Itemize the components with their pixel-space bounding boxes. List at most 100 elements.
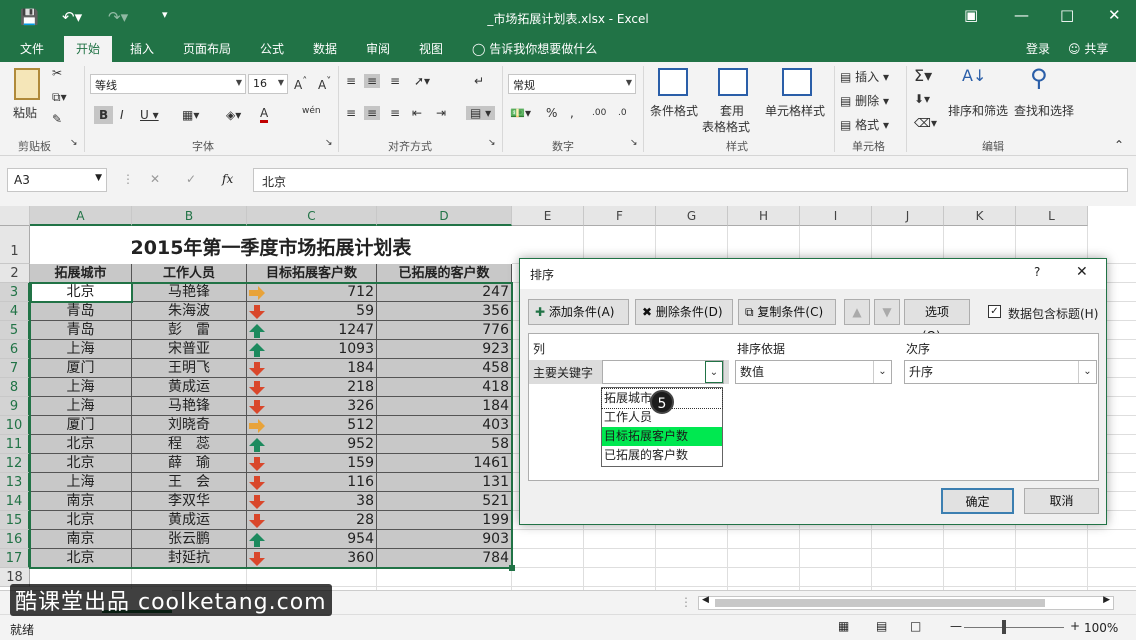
horizontal-scrollbar[interactable]: ◀ ▶ [698, 595, 1114, 610]
dropdown-option[interactable]: 目标拓展客户数 [602, 427, 722, 446]
tab-file[interactable]: 文件 [20, 40, 44, 57]
cancel-button[interactable]: 取消 [1024, 488, 1099, 514]
column-header-l[interactable]: L [1016, 206, 1088, 226]
paste-button[interactable]: 粘贴 [13, 104, 37, 121]
column-title-cell[interactable]: 拓展城市 [30, 264, 132, 283]
row-header-12[interactable]: 12 [0, 454, 30, 473]
fill-icon[interactable]: ⬇▾ [914, 92, 930, 106]
row-header-8[interactable]: 8 [0, 378, 30, 397]
percent-icon[interactable]: % [546, 106, 557, 120]
currency-icon[interactable]: 💵▾ [510, 106, 531, 120]
row-header-6[interactable]: 6 [0, 340, 30, 359]
alignment-launcher-icon[interactable]: ↘ [488, 138, 496, 148]
ok-button[interactable]: 确定 [941, 488, 1014, 514]
decrease-decimal-icon[interactable]: .0 [618, 108, 627, 118]
sort-filter-icon[interactable]: A↓ [962, 66, 986, 85]
cancel-icon[interactable]: ✕ [150, 172, 160, 186]
align-bottom-icon[interactable]: ≡ [390, 74, 400, 88]
clear-icon[interactable]: ⌫▾ [914, 116, 937, 130]
minimize-icon[interactable]: — [1014, 6, 1029, 24]
column-header-j[interactable]: J [872, 206, 944, 226]
column-header-b[interactable]: B [132, 206, 247, 226]
column-header-f[interactable]: F [584, 206, 656, 226]
align-center-icon[interactable]: ≡ [364, 106, 381, 120]
format-painter-icon[interactable]: ✎ [52, 112, 62, 126]
options-button[interactable]: 选项(O)... [904, 299, 970, 343]
scrollbar-thumb[interactable] [715, 599, 1045, 607]
autosum-icon[interactable]: Σ▾ [914, 66, 932, 85]
zoom-slider-handle[interactable] [1002, 620, 1006, 634]
copy-level-button[interactable]: ⧉ 复制条件(C) [738, 299, 836, 325]
increase-indent-icon[interactable]: ⇥ [436, 106, 446, 120]
row-header-11[interactable]: 11 [0, 435, 30, 454]
number-launcher-icon[interactable]: ↘ [630, 138, 638, 148]
tab-data[interactable]: 数据 [313, 40, 337, 57]
tab-insert[interactable]: 插入 [130, 40, 154, 57]
delete-cells-button[interactable]: ▤ 删除 ▾ [840, 92, 889, 109]
row-header-16[interactable]: 16 [0, 530, 30, 549]
move-down-button[interactable]: ▼ [874, 299, 900, 325]
column-header-e[interactable]: E [512, 206, 584, 226]
column-title-cell[interactable]: 目标拓展客户数 [247, 264, 377, 283]
tab-formulas[interactable]: 公式 [260, 40, 284, 57]
collapse-ribbon-icon[interactable]: ⌃ [1114, 138, 1124, 152]
find-icon[interactable]: ⚲ [1030, 64, 1048, 92]
font-color-icon[interactable]: A [260, 106, 269, 123]
increase-decimal-icon[interactable]: .00 [592, 108, 606, 118]
tell-me-search[interactable]: ◯ 告诉我你想要做什么 [472, 40, 597, 57]
fill-handle[interactable] [509, 565, 515, 571]
cut-icon[interactable]: ✂ [52, 66, 62, 80]
border-icon[interactable]: ▦▾ [182, 108, 199, 122]
row-header-5[interactable]: 5 [0, 321, 30, 340]
row-header-10[interactable]: 10 [0, 416, 30, 435]
column-header-d[interactable]: D [377, 206, 512, 226]
row-header-4[interactable]: 4 [0, 302, 30, 321]
add-level-button[interactable]: ✚ 添加条件(A) [528, 299, 629, 325]
column-header-i[interactable]: I [800, 206, 872, 226]
wrap-text-icon[interactable]: ↵ [474, 74, 484, 88]
row-header-9[interactable]: 9 [0, 397, 30, 416]
tab-page-layout[interactable]: 页面布局 [183, 40, 231, 57]
ribbon-display-icon[interactable]: ▣ [964, 6, 978, 24]
column-header-a[interactable]: A [30, 206, 132, 226]
zoom-out-icon[interactable]: — [950, 619, 962, 633]
decrease-font-icon[interactable]: A˅ [318, 76, 331, 92]
help-button[interactable]: ? [1034, 265, 1040, 279]
dropdown-option[interactable]: 已拓展的客户数 [602, 446, 722, 465]
table-format-button[interactable]: 表格格式 [702, 118, 750, 135]
login-link[interactable]: 登录 [1026, 40, 1050, 57]
conditional-format-button[interactable]: 条件格式 [650, 102, 698, 119]
insert-cells-button[interactable]: ▤ 插入 ▾ [840, 68, 889, 85]
table-format-icon[interactable] [718, 68, 748, 96]
share-button[interactable]: ☺ 共享 [1068, 40, 1108, 57]
zoom-level[interactable]: 100% [1084, 621, 1118, 635]
zoom-in-icon[interactable]: + [1070, 619, 1080, 633]
orientation-icon[interactable]: ➚▾ [414, 74, 430, 88]
select-all-corner[interactable] [0, 206, 30, 226]
column-header-c[interactable]: C [247, 206, 377, 226]
page-layout-view-icon[interactable]: ▤ [876, 619, 887, 633]
find-select-button[interactable]: 查找和选择 [1014, 102, 1074, 119]
column-title-cell[interactable]: 已拓展的客户数 [377, 264, 512, 283]
number-format-select[interactable]: 常规 ▼ [508, 74, 636, 94]
close-icon[interactable]: ✕ [1076, 264, 1088, 280]
close-icon[interactable]: ✕ [1108, 6, 1121, 24]
name-box[interactable]: A3 ▼ [7, 168, 107, 192]
row-header-1[interactable]: 1 [0, 226, 30, 264]
align-left-icon[interactable]: ≡ [346, 106, 356, 120]
increase-font-icon[interactable]: A˄ [294, 76, 307, 92]
scroll-left-icon[interactable]: ◀ [702, 595, 709, 605]
row-header-17[interactable]: 17 [0, 549, 30, 568]
delete-level-button[interactable]: ✖ 删除条件(D) [635, 299, 733, 325]
table-format-label-1[interactable]: 套用 [720, 102, 744, 119]
maximize-icon[interactable]: □ [1060, 6, 1074, 24]
sort-filter-button[interactable]: 排序和筛选 [948, 102, 1008, 119]
zoom-slider[interactable] [964, 627, 1064, 628]
has-header-checkbox[interactable]: ✓ [988, 305, 1001, 318]
row-header-15[interactable]: 15 [0, 511, 30, 530]
tab-review[interactable]: 审阅 [366, 40, 390, 57]
decrease-indent-icon[interactable]: ⇤ [412, 106, 422, 120]
page-break-view-icon[interactable]: □ [910, 619, 921, 633]
tab-home[interactable]: 开始 [64, 36, 113, 62]
font-size-select[interactable]: 16 ▼ [248, 74, 288, 94]
